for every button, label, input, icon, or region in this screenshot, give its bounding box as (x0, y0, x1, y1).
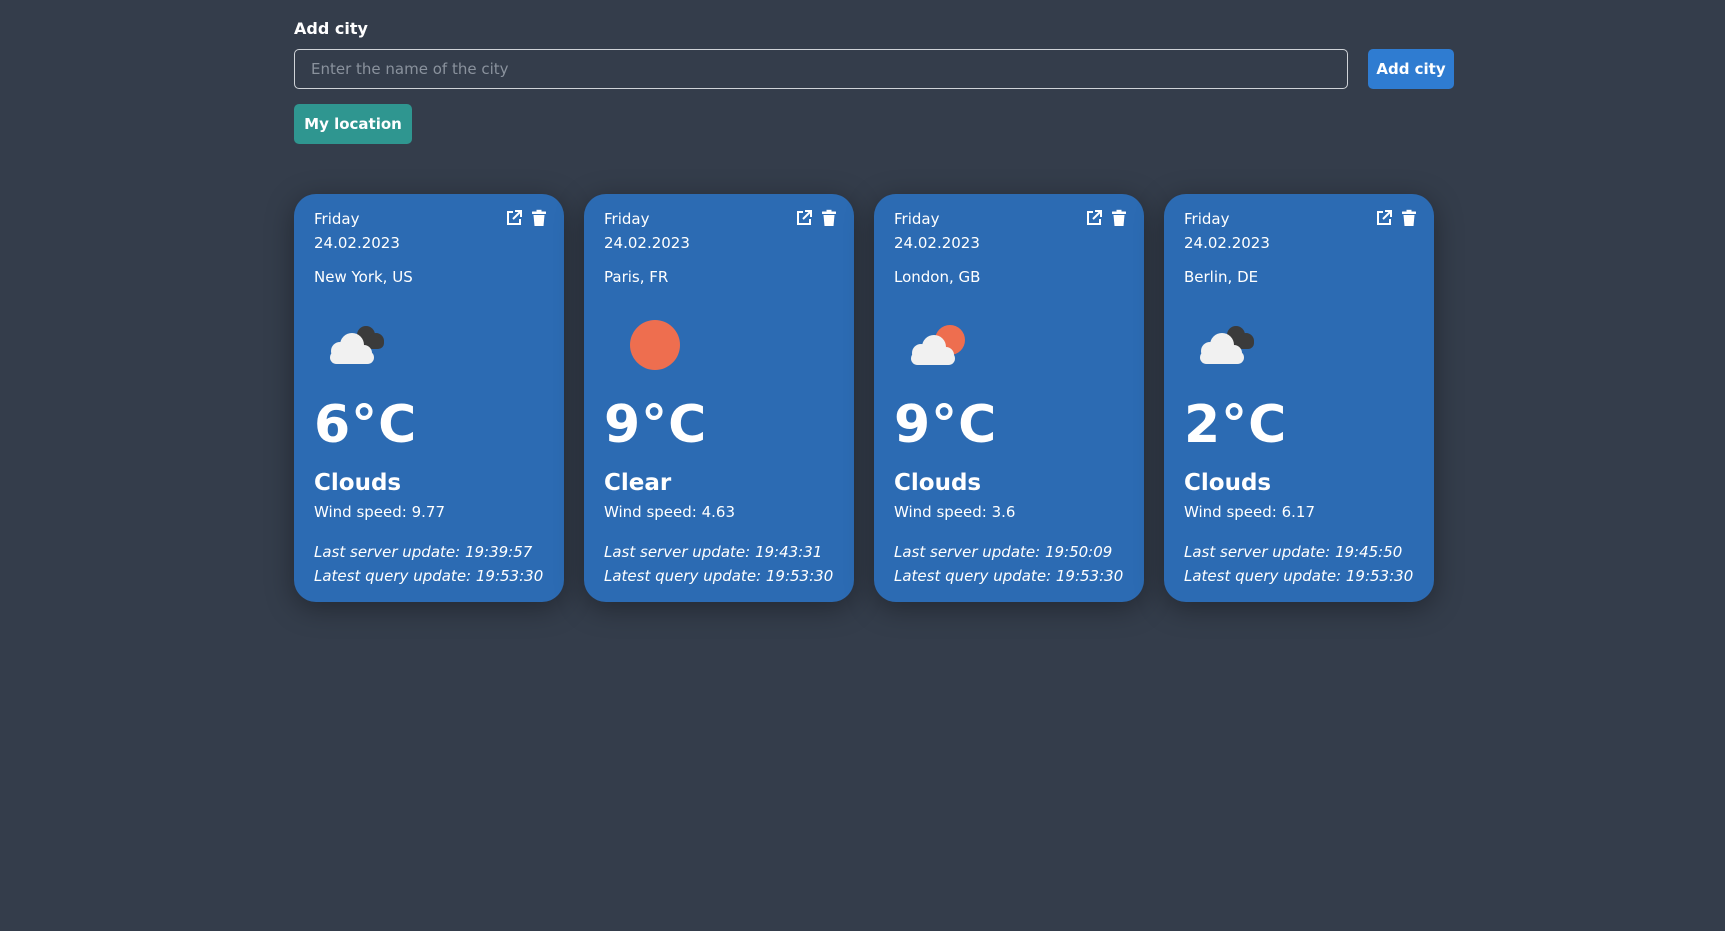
my-location-button[interactable]: My location (294, 104, 412, 144)
add-city-label: Add city (294, 19, 368, 38)
card-condition: Clouds (894, 470, 982, 496)
query-update: Latest query update: 19:53:30 (894, 567, 1124, 585)
trash-icon[interactable] (820, 209, 838, 227)
query-update: Latest query update: 19:53:30 (604, 567, 834, 585)
trash-icon[interactable] (1110, 209, 1128, 227)
card-actions (1085, 209, 1128, 227)
card-actions (1375, 209, 1418, 227)
cloud-dark-icon (314, 309, 394, 375)
card-temperature: 9°C (894, 395, 998, 455)
card-wind-speed: Wind speed: 6.17 (1184, 503, 1316, 521)
card-updates: Last server update: 19:45:50 Latest quer… (1184, 540, 1414, 588)
card-condition: Clouds (1184, 470, 1272, 496)
card-condition: Clear (604, 470, 672, 496)
card-city: Paris, FR (604, 268, 669, 286)
card-city: New York, US (314, 268, 413, 286)
cloud-dark-icon (1184, 309, 1264, 375)
card-city: Berlin, DE (1184, 268, 1259, 286)
card-date: 24.02.2023 (314, 234, 400, 252)
card-date: 24.02.2023 (894, 234, 980, 252)
card-updates: Last server update: 19:39:57 Latest quer… (314, 540, 544, 588)
trash-icon[interactable] (530, 209, 548, 227)
card-date: 24.02.2023 (604, 234, 690, 252)
weather-card: Friday 24.02.2023 Paris, FR 9°C Clear Wi… (584, 194, 854, 602)
server-update: Last server update: 19:39:57 (314, 543, 533, 561)
external-link-icon[interactable] (505, 209, 523, 227)
external-link-icon[interactable] (795, 209, 813, 227)
trash-icon[interactable] (1400, 209, 1418, 227)
card-temperature: 2°C (1184, 395, 1288, 455)
card-updates: Last server update: 19:50:09 Latest quer… (894, 540, 1124, 588)
card-wind-speed: Wind speed: 3.6 (894, 503, 1016, 521)
card-actions (505, 209, 548, 227)
city-name-input[interactable] (294, 49, 1348, 89)
card-wind-speed: Wind speed: 4.63 (604, 503, 736, 521)
server-update: Last server update: 19:45:50 (1184, 543, 1403, 561)
card-city: London, GB (894, 268, 981, 286)
weather-card: Friday 24.02.2023 New York, US 6°C Cloud… (294, 194, 564, 602)
weather-card: Friday 24.02.2023 Berlin, DE 2°C Clouds … (1164, 194, 1434, 602)
card-condition: Clouds (314, 470, 402, 496)
card-date: 24.02.2023 (1184, 234, 1270, 252)
cloud-sun-icon (894, 309, 974, 375)
add-city-button[interactable]: Add city (1368, 49, 1454, 89)
external-link-icon[interactable] (1375, 209, 1393, 227)
weather-cards: Friday 24.02.2023 New York, US 6°C Cloud… (294, 194, 1434, 602)
card-actions (795, 209, 838, 227)
card-wind-speed: Wind speed: 9.77 (314, 503, 446, 521)
card-temperature: 6°C (314, 395, 418, 455)
sun-icon (604, 309, 684, 375)
query-update: Latest query update: 19:53:30 (1184, 567, 1414, 585)
server-update: Last server update: 19:50:09 (894, 543, 1113, 561)
card-updates: Last server update: 19:43:31 Latest quer… (604, 540, 834, 588)
query-update: Latest query update: 19:53:30 (314, 567, 544, 585)
server-update: Last server update: 19:43:31 (604, 543, 823, 561)
weather-card: Friday 24.02.2023 London, GB 9°C Clouds … (874, 194, 1144, 602)
external-link-icon[interactable] (1085, 209, 1103, 227)
card-temperature: 9°C (604, 395, 708, 455)
